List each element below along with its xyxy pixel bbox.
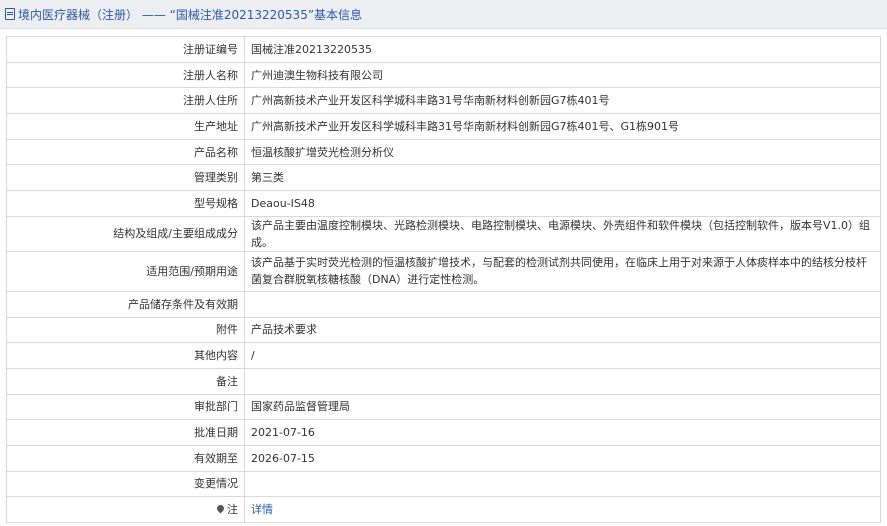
field-label: 注册证编号 <box>6 36 245 63</box>
table-row: 备注 <box>6 367 881 395</box>
field-value: 国家药品监督管理局 <box>244 393 881 421</box>
field-value: 恒温核酸扩增荧光检测分析仪 <box>244 138 881 166</box>
field-label: 产品名称 <box>6 138 245 166</box>
field-value: 第三类 <box>244 164 881 192</box>
table-row: 型号规格 Deaou-IS48 <box>6 190 881 217</box>
field-value: 该产品主要由温度控制模块、光路检测模块、电路控制模块、电源模块、外壳组件和软件模… <box>244 215 881 252</box>
pin-icon <box>215 503 226 514</box>
field-value: 该产品基于实时荧光检测的恒温核酸扩增技术，与配套的检测试剂共同使用，在临床上用于… <box>244 250 881 292</box>
field-value <box>244 290 881 318</box>
field-value: 广州迪澳生物科技有限公司 <box>244 61 881 89</box>
field-value: 广州高新技术产业开发区科学城科丰路31号华南新材料创新园G7栋401号 <box>244 87 881 115</box>
field-label: 附件 <box>6 316 245 344</box>
table-row: 附件 产品技术要求 <box>6 316 881 344</box>
table-row: 适用范围/预期用途 该产品基于实时荧光检测的恒温核酸扩增技术，与配套的检测试剂共… <box>6 250 881 292</box>
page-header: 境内医疗器械（注册） —— “国械注准20213220535”基本信息 <box>0 0 887 29</box>
field-value <box>244 367 881 395</box>
table-row: 注册人住所 广州高新技术产业开发区科学城科丰路31号华南新材料创新园G7栋401… <box>6 87 881 115</box>
table-row: 管理类别 第三类 <box>6 164 881 192</box>
table-row: 产品储存条件及有效期 <box>6 290 881 318</box>
field-label: 产品储存条件及有效期 <box>6 290 245 318</box>
table-row: 结构及组成/主要组成成分 该产品主要由温度控制模块、光路检测模块、电路控制模块、… <box>6 215 881 252</box>
table-row: 产品名称 恒温核酸扩增荧光检测分析仪 <box>6 138 881 166</box>
field-value: 产品技术要求 <box>244 316 881 344</box>
field-value: 国械注准20213220535 <box>244 36 881 63</box>
field-label: 有效期至 <box>6 444 245 472</box>
field-label: 其他内容 <box>6 342 245 369</box>
field-label: 审批部门 <box>6 393 245 421</box>
field-label-note: 注 <box>6 496 245 523</box>
field-label: 备注 <box>6 367 245 395</box>
field-label: 注册人住所 <box>6 87 245 115</box>
field-value <box>244 470 881 498</box>
table-row: 变更情况 <box>6 470 881 498</box>
table-row: 生产地址 广州高新技术产业开发区科学城科丰路31号华南新材料创新园G7栋401号… <box>6 113 881 140</box>
table-row: 其他内容 / <box>6 342 881 369</box>
details-link[interactable]: 详情 <box>251 503 273 516</box>
table-row: 注册证编号 国械注准20213220535 <box>6 36 881 63</box>
document-icon <box>5 8 15 20</box>
table-row: 注 详情 <box>6 496 881 523</box>
field-value: 2021-07-16 <box>244 419 881 446</box>
field-value: 广州高新技术产业开发区科学城科丰路31号华南新材料创新园G7栋401号、G1栋9… <box>244 113 881 140</box>
field-value: 详情 <box>244 496 881 523</box>
page-title: 境内医疗器械（注册） —— “国械注准20213220535”基本信息 <box>18 7 363 22</box>
table-row: 有效期至 2026-07-15 <box>6 444 881 472</box>
field-label: 批准日期 <box>6 419 245 446</box>
field-label: 注册人名称 <box>6 61 245 89</box>
field-label: 适用范围/预期用途 <box>6 250 245 292</box>
field-label: 型号规格 <box>6 190 245 217</box>
field-label: 管理类别 <box>6 164 245 192</box>
table-row: 批准日期 2021-07-16 <box>6 419 881 446</box>
table-row: 审批部门 国家药品监督管理局 <box>6 393 881 421</box>
field-label: 生产地址 <box>6 113 245 140</box>
info-table: 注册证编号 国械注准20213220535 注册人名称 广州迪澳生物科技有限公司… <box>6 36 881 523</box>
field-value: / <box>244 342 881 369</box>
field-value: 2026-07-15 <box>244 444 881 472</box>
field-label: 变更情况 <box>6 470 245 498</box>
table-row: 注册人名称 广州迪澳生物科技有限公司 <box>6 61 881 89</box>
field-value: Deaou-IS48 <box>244 190 881 217</box>
field-label: 结构及组成/主要组成成分 <box>6 215 245 252</box>
note-label: 注 <box>227 503 238 517</box>
